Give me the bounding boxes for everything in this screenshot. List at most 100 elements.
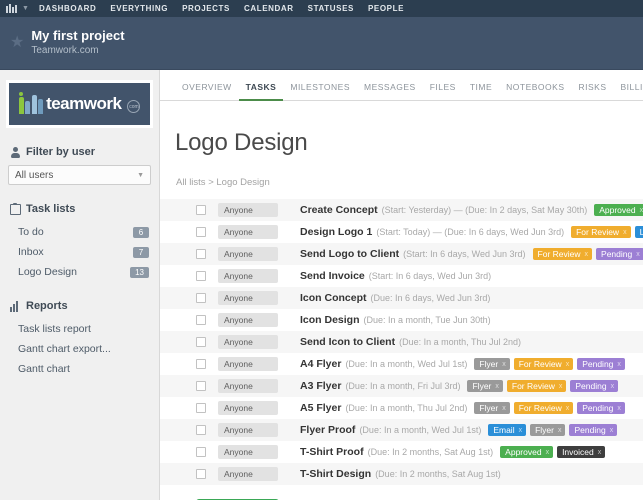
tab-files[interactable]: FILES [423,82,463,101]
remove-tag-icon[interactable]: x [559,383,563,390]
remove-tag-icon[interactable]: x [623,229,627,236]
task-row[interactable]: AnyoneSend Invoice(Start: In 6 days, Wed… [160,265,643,287]
task-row[interactable]: AnyoneA4 Flyer(Due: In a month, Wed Jul … [160,353,643,375]
star-icon[interactable]: ★ [10,35,24,51]
task-name[interactable]: T-Shirt Proof [300,446,364,458]
sidebar-tasklist-item[interactable]: To do6 [0,222,159,242]
task-tag[interactable]: Pendingx [596,248,643,261]
task-tag[interactable]: For Reviewx [571,226,630,239]
task-complete-checkbox[interactable] [196,249,206,259]
task-tag[interactable]: Approvedx [500,446,553,459]
task-tag[interactable]: For Reviewx [507,380,566,393]
task-name[interactable]: Flyer Proof [300,424,355,436]
task-row[interactable]: AnyoneA3 Flyer(Due: In a month, Fri Jul … [160,375,643,397]
remove-tag-icon[interactable]: x [617,361,621,368]
task-row[interactable]: AnyoneIcon Design(Due: In a month, Tue J… [160,309,643,331]
task-row[interactable]: AnyoneFlyer Proof(Due: In a month, Wed J… [160,419,643,441]
topnav-item-people[interactable]: PEOPLE [368,4,404,13]
task-tag[interactable]: Flyerx [474,402,509,415]
task-assignee[interactable]: Anyone [218,379,278,393]
remove-tag-icon[interactable]: x [611,383,615,390]
task-assignee[interactable]: Anyone [218,247,278,261]
topnav-item-projects[interactable]: PROJECTS [182,4,230,13]
tab-messages[interactable]: MESSAGES [357,82,423,101]
task-name[interactable]: Create Concept [300,204,378,216]
remove-tag-icon[interactable]: x [495,383,499,390]
task-assignee[interactable]: Anyone [218,203,278,217]
task-assignee[interactable]: Anyone [218,313,278,327]
task-assignee[interactable]: Anyone [218,335,278,349]
task-row[interactable]: AnyoneDesign Logo 1(Start: Today) — (Due… [160,221,643,243]
tab-overview[interactable]: OVERVIEW [175,82,239,101]
task-row[interactable]: AnyoneIcon Concept(Due: In 6 days, Wed J… [160,287,643,309]
task-complete-checkbox[interactable] [196,315,206,325]
sidebar-report-item[interactable]: Task lists report [0,319,159,339]
task-tag[interactable]: Pendingx [570,380,618,393]
task-tag[interactable]: Pendingx [577,358,625,371]
task-tag[interactable]: Emailx [488,424,526,437]
task-name[interactable]: Send Icon to Client [300,336,395,348]
remove-tag-icon[interactable]: x [610,427,614,434]
task-row[interactable]: AnyoneA5 Flyer(Due: In a month, Thu Jul … [160,397,643,419]
task-complete-checkbox[interactable] [196,359,206,369]
remove-tag-icon[interactable]: x [558,427,562,434]
task-assignee[interactable]: Anyone [218,467,278,481]
task-tag[interactable]: Flyerx [530,424,565,437]
task-assignee[interactable]: Anyone [218,423,278,437]
task-tag[interactable]: For Reviewx [514,358,573,371]
task-name[interactable]: T-Shirt Design [300,468,371,480]
remove-tag-icon[interactable]: x [636,251,640,258]
task-row[interactable]: AnyoneCreate Concept(Start: Yesterday) —… [160,199,643,221]
task-row[interactable]: AnyoneSend Icon to Client(Due: In a mont… [160,331,643,353]
task-assignee[interactable]: Anyone [218,357,278,371]
task-assignee[interactable]: Anyone [218,445,278,459]
task-complete-checkbox[interactable] [196,205,206,215]
task-tag[interactable]: Pendingx [569,424,617,437]
task-name[interactable]: A4 Flyer [300,358,341,370]
teamwork-mark-icon[interactable] [6,4,17,13]
sidebar-report-item[interactable]: Gantt chart export... [0,339,159,359]
task-name[interactable]: A5 Flyer [300,402,341,414]
task-tag[interactable]: Flyerx [467,380,502,393]
task-assignee[interactable]: Anyone [218,401,278,415]
task-assignee[interactable]: Anyone [218,225,278,239]
task-row[interactable]: AnyoneT-Shirt Design(Due: In 2 months, S… [160,463,643,485]
topnav-item-statuses[interactable]: STATUSES [308,4,354,13]
tab-milestones[interactable]: MILESTONES [283,82,357,101]
task-name[interactable]: Send Invoice [300,270,365,282]
remove-tag-icon[interactable]: x [640,207,643,214]
sidebar-tasklist-item[interactable]: Inbox7 [0,242,159,262]
task-name[interactable]: Icon Design [300,314,360,326]
user-filter-select[interactable]: All users ▼ [8,165,151,185]
remove-tag-icon[interactable]: x [566,405,570,412]
task-complete-checkbox[interactable] [196,293,206,303]
sidebar-tasklist-item[interactable]: Logo Design13 [0,262,159,282]
task-row[interactable]: AnyoneT-Shirt Proof(Due: In 2 months, Sa… [160,441,643,463]
task-complete-checkbox[interactable] [196,381,206,391]
task-complete-checkbox[interactable] [196,403,206,413]
task-tag[interactable]: For Reviewx [533,248,592,261]
remove-tag-icon[interactable]: x [566,361,570,368]
task-name[interactable]: Design Logo 1 [300,226,372,238]
chevron-down-icon[interactable]: ▼ [22,5,29,12]
task-tag[interactable]: For Reviewx [514,402,573,415]
task-assignee[interactable]: Anyone [218,269,278,283]
tab-tasks[interactable]: TASKS [239,82,284,101]
remove-tag-icon[interactable]: x [502,405,506,412]
tab-notebooks[interactable]: NOTEBOOKS [499,82,571,101]
sidebar-report-item[interactable]: Gantt chart [0,359,159,379]
task-complete-checkbox[interactable] [196,227,206,237]
tab-risks[interactable]: RISKS [572,82,614,101]
remove-tag-icon[interactable]: x [519,427,523,434]
task-name[interactable]: A3 Flyer [300,380,341,392]
tab-time[interactable]: TIME [463,82,499,101]
task-tag[interactable]: Logox [635,226,643,239]
remove-tag-icon[interactable]: x [502,361,506,368]
task-complete-checkbox[interactable] [196,425,206,435]
topnav-item-everything[interactable]: EVERYTHING [110,4,168,13]
task-name[interactable]: Icon Concept [300,292,367,304]
remove-tag-icon[interactable]: x [585,251,589,258]
task-row[interactable]: AnyoneSend Logo to Client(Start: In 6 da… [160,243,643,265]
teamwork-logo[interactable]: teamwork com [6,80,153,128]
task-complete-checkbox[interactable] [196,337,206,347]
